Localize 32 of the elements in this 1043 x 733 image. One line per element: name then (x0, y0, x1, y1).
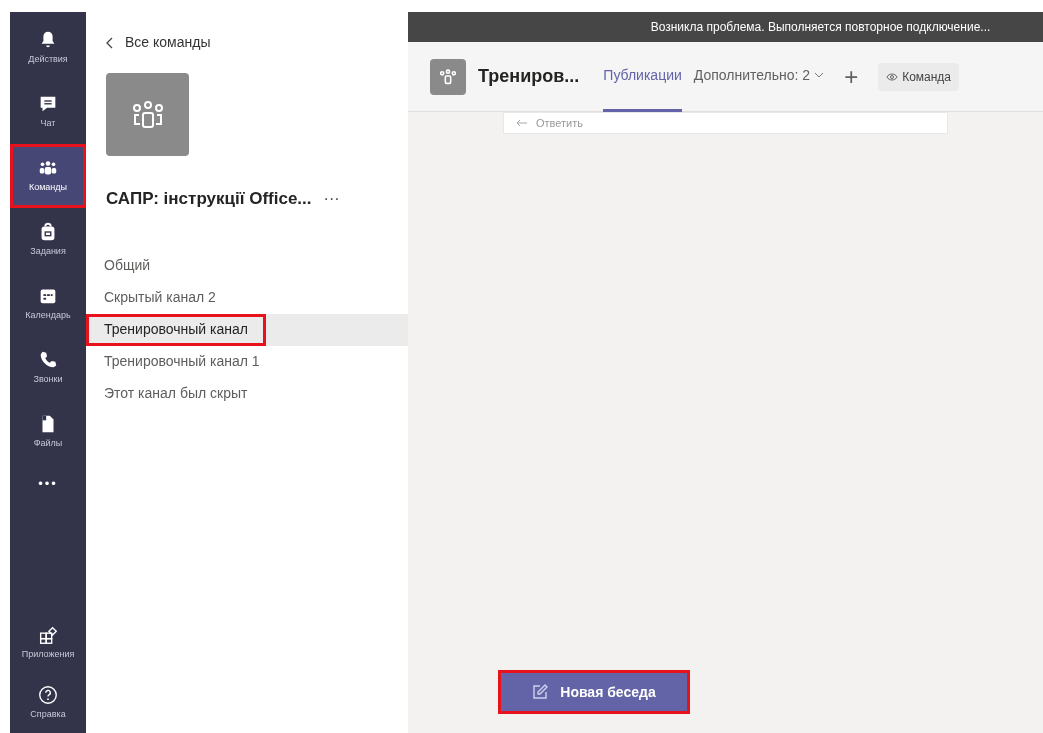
team-button[interactable]: Команда (878, 62, 960, 91)
channel-item[interactable]: Скрытый канал 2 (86, 281, 234, 314)
team-name: САПР: інструкції Office... (106, 188, 312, 210)
rail-item[interactable]: Действия (10, 16, 86, 80)
channel-title: Трениров... (478, 65, 580, 88)
all-teams-link[interactable]: Все команды (86, 32, 408, 53)
people-group-icon (439, 68, 457, 85)
eye-icon (886, 71, 899, 82)
connection-message: Возникла проблема. Выполняется повторное подключение... (650, 19, 991, 36)
team-menu-button[interactable]: ··· (323, 186, 340, 211)
help-icon (37, 684, 59, 707)
rail-item[interactable]: Приложения (10, 613, 86, 673)
rail-item[interactable]: Календарь (10, 272, 86, 336)
channel-tab[interactable]: Дополнительно: 2 (693, 41, 825, 112)
channel-item[interactable]: Этот канал был скрыт (86, 377, 266, 410)
compose-icon (532, 684, 549, 700)
chevron-down-icon (814, 70, 825, 80)
rail-item[interactable]: Звонки (10, 336, 86, 400)
rail-item[interactable]: Справка (10, 673, 86, 733)
chevron-left-icon (106, 36, 113, 49)
new-conversation-button[interactable]: Новая беседа (501, 673, 687, 711)
people-group-icon (130, 99, 165, 130)
channel-item[interactable]: Общий (86, 249, 169, 282)
add-tab-button[interactable]: + (844, 58, 859, 95)
more-apps-button[interactable]: ••• (38, 474, 58, 494)
rail-item[interactable]: Файлы (10, 400, 86, 464)
channel-item[interactable]: Тренировочный канал 1 (86, 345, 278, 378)
rail-item[interactable]: Чат (10, 80, 86, 144)
apps-icon (37, 624, 59, 647)
reply-arrow-icon (516, 119, 528, 127)
rail-item[interactable]: Команды (10, 144, 86, 208)
rail-item[interactable]: Задания (10, 208, 86, 272)
